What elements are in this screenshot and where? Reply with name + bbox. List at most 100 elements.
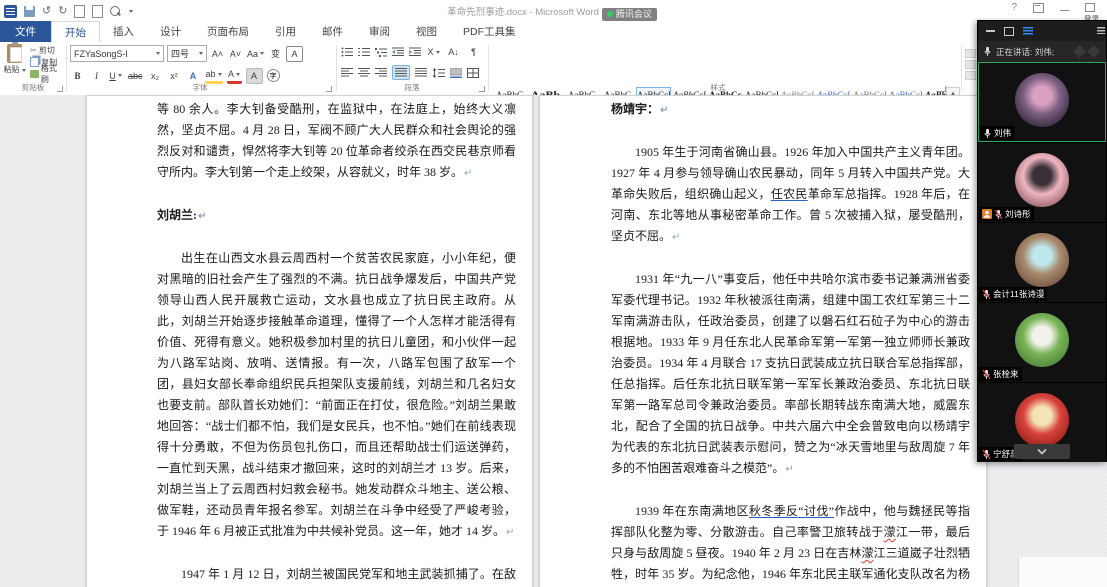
participant-name: 张栓来 — [993, 369, 1019, 379]
mic-active-icon — [606, 11, 613, 17]
enclose-characters-button[interactable]: 字 — [266, 69, 280, 82]
tab-页面布局[interactable]: 页面布局 — [194, 21, 262, 42]
word-window: ↺ ↻ 革命先烈事迹.docx - Microsoft Word 腾讯会议 ? 登… — [0, 0, 1107, 587]
minimize-icon[interactable] — [1060, 10, 1069, 11]
tab-视图[interactable]: 视图 — [403, 21, 450, 42]
watermark-icon — [1087, 45, 1100, 58]
help-icon[interactable]: ? — [1011, 2, 1017, 13]
editing-group — [963, 47, 977, 82]
doc-heading[interactable]: 刘胡兰:↵ — [157, 205, 516, 227]
participant-name-chip: 会计11张诗漫 — [979, 287, 1048, 301]
doc-paragraph[interactable]: 1947 年 1 月 12 日，刘胡兰被国民党军和地主武装抓捕了。在敌人威胁面前… — [157, 564, 516, 587]
underline-button[interactable]: U — [108, 69, 123, 83]
decrease-indent-icon[interactable] — [392, 47, 404, 57]
character-border-button[interactable]: A — [286, 45, 304, 62]
superscript-button[interactable]: x² — [167, 69, 182, 83]
page-right-text[interactable]: 杨靖宇：↵ 1905 年生于河南省确山县。1926 年加入中国共产主义青年团。19… — [540, 96, 986, 587]
doc-text: 1931 年“九一八”事变后，他任中共哈尔滨市委书记兼满洲省委军委代理书记。19… — [611, 272, 970, 475]
participant-tile-刘诗彤[interactable]: 刘诗彤 — [978, 142, 1106, 222]
align-left-icon[interactable] — [341, 68, 353, 77]
strikethrough-button[interactable]: abc — [127, 69, 144, 83]
page-left-text[interactable]: 等 80 余人。李大钊备受酷刑，在监狱中，在法庭上，始终大义凛然，坚贞不屈。4 … — [87, 96, 532, 587]
doc-paragraph[interactable]: 1939 年在东南满地区秋冬季反“讨伐”作战中，他与魏拯民等指挥部队化整为零、分… — [611, 501, 970, 587]
proofing-marked-text: 秋冬季反“讨伐” — [748, 504, 835, 518]
doc-paragraph[interactable]: 等 80 余人。李大钊备受酷刑，在监狱中，在法庭上，始终大义凛然，坚贞不屈。4 … — [157, 99, 516, 184]
cut-button[interactable]: ✂ 剪切 — [30, 44, 64, 56]
text-effects-button[interactable]: A — [186, 69, 201, 83]
mic-muted-icon — [982, 369, 991, 380]
page-left[interactable]: 等 80 余人。李大钊备受酷刑，在监狱中，在法庭上，始终大义凛然，坚贞不屈。4 … — [86, 95, 533, 587]
phonetic-guide-button[interactable]: 变 — [268, 47, 283, 61]
meeting-menu-icon[interactable] — [1097, 27, 1105, 34]
participant-tile-宁舒蕊[interactable]: 宁舒蕊 — [978, 382, 1106, 462]
participant-tile-刘伟[interactable]: 刘伟 — [978, 62, 1106, 142]
bullets-icon[interactable] — [341, 47, 353, 57]
grow-font-button[interactable]: A˄ — [210, 47, 225, 61]
font-size-combo[interactable]: 四号 — [167, 45, 207, 62]
clipboard-dialog-launcher-icon[interactable] — [57, 86, 63, 92]
meeting-floating-pill[interactable]: 腾讯会议 — [601, 8, 657, 21]
tab-开始[interactable]: 开始 — [51, 21, 100, 42]
participant-tiles: 刘伟刘诗彤会计11张诗漫张栓来宁舒蕊 — [978, 62, 1106, 462]
ribbon-options-icon[interactable] — [1033, 2, 1044, 13]
participant-name: 刘诗彤 — [1005, 209, 1031, 219]
doc-paragraph[interactable]: 1905 年生于河南省确山县。1926 年加入中国共产主义青年团。1927 年 … — [611, 142, 970, 248]
shading-icon[interactable] — [450, 67, 462, 78]
paragraph-group: X A↓ ¶ — [341, 45, 487, 80]
distribute-icon[interactable] — [415, 68, 427, 77]
meeting-titlebar — [978, 21, 1106, 41]
doc-heading[interactable]: 杨靖宇：↵ — [611, 99, 970, 121]
format-painter-icon — [30, 70, 39, 78]
change-case-button[interactable]: Aa — [246, 47, 265, 61]
tab-file[interactable]: 文件 — [0, 21, 51, 42]
paragraph-dialog-launcher-icon[interactable] — [479, 86, 485, 92]
host-badge-icon — [982, 209, 992, 219]
tab-设计[interactable]: 设计 — [147, 21, 194, 42]
doc-text: 等 80 余人。李大钊备受酷刑，在监狱中，在法庭上，始终大义凛然，坚贞不屈。4 … — [157, 102, 516, 179]
restore-icon[interactable] — [1085, 3, 1095, 12]
participant-tile-张栓来[interactable]: 张栓来 — [978, 302, 1106, 382]
collapse-tiles-button[interactable] — [1014, 444, 1070, 459]
select-button[interactable] — [964, 71, 976, 80]
numbering-icon[interactable] — [358, 47, 370, 57]
subscript-button[interactable]: x₂ — [148, 69, 163, 83]
line-spacing-icon[interactable] — [432, 67, 445, 78]
increase-indent-icon[interactable] — [409, 47, 421, 57]
format-painter-button[interactable]: 格式刷 — [30, 64, 64, 84]
shrink-font-button[interactable]: A˅ — [228, 47, 243, 61]
show-hide-marks-button[interactable]: ¶ — [466, 45, 481, 59]
replace-button[interactable] — [964, 60, 976, 69]
justify-button[interactable] — [392, 65, 410, 80]
align-right-icon[interactable] — [375, 68, 387, 77]
tab-PDF工具集[interactable]: PDF工具集 — [450, 21, 529, 42]
participant-tile-会计11张诗漫[interactable]: 会计11张诗漫 — [978, 222, 1106, 302]
find-button[interactable] — [964, 49, 976, 58]
meeting-layout-icon[interactable] — [1023, 27, 1033, 35]
italic-button[interactable]: I — [89, 69, 104, 83]
paste-button[interactable]: 粘贴 — [2, 42, 27, 80]
paragraph-mark-icon: ↵ — [198, 211, 207, 222]
tab-邮件[interactable]: 邮件 — [309, 21, 356, 42]
multilevel-list-icon[interactable] — [375, 47, 387, 57]
borders-icon[interactable] — [467, 67, 479, 78]
align-center-icon[interactable] — [358, 68, 370, 77]
tab-插入[interactable]: 插入 — [100, 21, 147, 42]
doc-paragraph[interactable]: 出生在山西文水县云周西村一个贫苦农民家庭，小小年纪，便对黑暗的旧社会产生了强烈的… — [157, 248, 516, 543]
bold-button[interactable]: B — [70, 69, 85, 83]
mic-muted-icon — [994, 209, 1003, 220]
doc-text: 1939 年在东南满地区 — [635, 504, 749, 518]
asian-layout-button[interactable]: X — [426, 45, 441, 59]
doc-paragraph[interactable]: 1931 年“九一八”事变后，他任中共哈尔滨市委书记兼满洲省委军委代理书记。19… — [611, 269, 970, 480]
page-right[interactable]: 杨靖宇：↵ 1905 年生于河南省确山县。1926 年加入中国共产主义青年团。19… — [539, 95, 987, 587]
document-canvas[interactable]: 等 80 余人。李大钊备受酷刑，在监狱中，在法庭上，始终大义凛然，坚贞不屈。4 … — [0, 95, 1107, 587]
mic-icon — [983, 46, 992, 57]
sort-button[interactable]: A↓ — [446, 45, 461, 59]
paragraph-mark-icon: ↵ — [672, 232, 681, 243]
styles-dialog-launcher-icon[interactable] — [940, 86, 946, 92]
tab-审阅[interactable]: 审阅 — [356, 21, 403, 42]
meeting-minimize-icon[interactable] — [986, 30, 995, 32]
meeting-maximize-icon[interactable] — [1004, 26, 1014, 36]
font-name-combo[interactable]: FZYaSongS-I — [70, 45, 164, 62]
font-dialog-launcher-icon[interactable] — [326, 86, 332, 92]
tab-引用[interactable]: 引用 — [262, 21, 309, 42]
